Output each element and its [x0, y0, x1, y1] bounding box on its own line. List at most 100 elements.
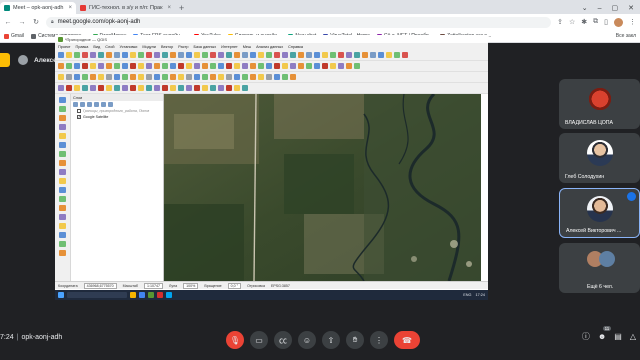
more-participants-tile[interactable]: Ещё 6 чел. [559, 243, 640, 293]
qgis-tool-icon[interactable] [362, 52, 368, 58]
qgis-tool-icon[interactable] [290, 52, 296, 58]
layer-style-icon[interactable] [73, 102, 78, 107]
qgis-tool-icon[interactable] [242, 85, 248, 91]
qgis-tool-icon[interactable] [170, 74, 176, 80]
qgis-tool-icon[interactable] [274, 63, 280, 69]
qgis-tool-icon[interactable] [98, 74, 104, 80]
qgis-tool-icon[interactable] [258, 52, 264, 58]
qgis-tool-icon[interactable] [202, 63, 208, 69]
qgis-menu-item[interactable]: Анализ данных [256, 45, 283, 49]
tab-gis[interactable]: ГИС-технол. в з/у и п/п: Прак × [76, 2, 175, 14]
qgis-tool-icon[interactable] [338, 52, 344, 58]
qgis-tool-icon[interactable] [242, 74, 248, 80]
qgis-tool-icon[interactable] [226, 74, 232, 80]
qgis-menu-item[interactable]: База данных [194, 45, 217, 49]
qgis-add-layer-icon[interactable] [59, 187, 66, 193]
qgis-tool-icon[interactable] [66, 52, 72, 58]
qgis-tool-icon[interactable] [218, 52, 224, 58]
qgis-tool-icon[interactable] [282, 74, 288, 80]
qgis-tool-icon[interactable] [402, 52, 408, 58]
qgis-tool-icon[interactable] [306, 63, 312, 69]
qgis-menu-item[interactable]: Установки [119, 45, 137, 49]
camera-button[interactable]: ▭ [250, 331, 268, 349]
qgis-tool-icon[interactable] [394, 52, 400, 58]
people-button[interactable]: ☻ 11 [598, 326, 612, 341]
reload-icon[interactable]: ↻ [32, 18, 40, 26]
qgis-tool-icon[interactable] [98, 52, 104, 58]
qgis-tool-icon[interactable] [122, 63, 128, 69]
qgis-tool-icon[interactable] [122, 85, 128, 91]
qgis-tool-icon[interactable] [202, 85, 208, 91]
qgis-tool-icon[interactable] [58, 85, 64, 91]
qgis-tool-icon[interactable] [210, 74, 216, 80]
qgis-tool-icon[interactable] [106, 74, 112, 80]
qgis-tool-icon[interactable] [234, 85, 240, 91]
qgis-tool-icon[interactable] [186, 63, 192, 69]
qgis-tool-icon[interactable] [146, 74, 152, 80]
qgis-tool-icon[interactable] [250, 52, 256, 58]
qgis-tool-icon[interactable] [154, 52, 160, 58]
qgis-tool-icon[interactable] [178, 85, 184, 91]
qgis-tool-icon[interactable] [90, 74, 96, 80]
qgis-tool-icon[interactable] [154, 63, 160, 69]
qgis-tool-icon[interactable] [290, 74, 296, 80]
qgis-tool-icon[interactable] [74, 85, 80, 91]
add-group-icon[interactable] [80, 102, 85, 107]
qgis-menu-item[interactable]: Правка [76, 45, 89, 49]
qgis-tool-icon[interactable] [330, 52, 336, 58]
qgis-tool-icon[interactable] [274, 74, 280, 80]
qgis-tool-icon[interactable] [298, 63, 304, 69]
close-tab-icon[interactable]: × [168, 5, 172, 11]
qgis-add-layer-icon[interactable] [59, 106, 66, 112]
qgis-tool-icon[interactable] [90, 85, 96, 91]
qgis-tool-icon[interactable] [146, 85, 152, 91]
qgis-tool-icon[interactable] [82, 85, 88, 91]
qgis-menu-item[interactable]: Меш [243, 45, 251, 49]
app-task-icon[interactable] [166, 292, 172, 298]
qgis-add-layer-icon[interactable] [59, 151, 66, 157]
qgis-tool-icon[interactable] [354, 63, 360, 69]
qgis-tool-icon[interactable] [146, 63, 152, 69]
qgis-tool-icon[interactable] [130, 52, 136, 58]
qgis-tool-icon[interactable] [74, 52, 80, 58]
qgis-tool-icon[interactable] [138, 63, 144, 69]
explorer-icon[interactable] [130, 292, 136, 298]
bookmark-star-icon[interactable]: ☆ [569, 18, 575, 26]
more-options-button[interactable]: ⋮ [370, 331, 388, 349]
info-icon[interactable]: ⓘ [582, 331, 590, 342]
qgis-tool-icon[interactable] [154, 85, 160, 91]
participant-tile[interactable]: Глеб Солодухин [559, 133, 640, 183]
qgis-tool-icon[interactable] [162, 52, 168, 58]
crs-button[interactable]: EPSG:3857 [271, 284, 290, 288]
close-tab-icon[interactable]: × [68, 5, 72, 11]
qgis-tool-icon[interactable] [130, 63, 136, 69]
qgis-tool-icon[interactable] [130, 85, 136, 91]
qgis-tool-icon[interactable] [266, 52, 272, 58]
qgis-tool-icon[interactable] [178, 63, 184, 69]
qgis-tool-icon[interactable] [170, 63, 176, 69]
qgis-add-layer-icon[interactable] [59, 214, 66, 220]
layer-checkbox[interactable] [77, 109, 81, 113]
qgis-tool-icon[interactable] [98, 63, 104, 69]
qgis-add-layer-icon[interactable] [59, 205, 66, 211]
qgis-tool-icon[interactable] [66, 74, 72, 80]
qgis-tool-icon[interactable] [114, 52, 120, 58]
qgis-tool-icon[interactable] [82, 63, 88, 69]
coord-value[interactable]: 436968,6775570 [83, 282, 117, 289]
qgis-add-layer-icon[interactable] [59, 232, 66, 238]
qgis-add-layer-icon[interactable] [59, 178, 66, 184]
remove-layer-icon[interactable] [108, 102, 113, 107]
layer-item[interactable]: ✓ Google Satellite [71, 114, 163, 120]
profile-avatar[interactable] [614, 17, 623, 27]
render-checkbox[interactable]: Отрисовка [247, 284, 265, 288]
qgis-menu-item[interactable]: Вид [93, 45, 100, 49]
qgis-menu-item[interactable]: Проект [58, 45, 71, 49]
qgis-tool-icon[interactable] [306, 52, 312, 58]
qgis-tool-icon[interactable] [170, 85, 176, 91]
expand-icon[interactable] [94, 102, 99, 107]
qgis-tool-icon[interactable] [82, 74, 88, 80]
qgis-tool-icon[interactable] [138, 85, 144, 91]
captions-button[interactable]: ㏄ [274, 331, 292, 349]
layer-checkbox[interactable]: ✓ [77, 115, 81, 119]
qgis-tool-icon[interactable] [202, 52, 208, 58]
